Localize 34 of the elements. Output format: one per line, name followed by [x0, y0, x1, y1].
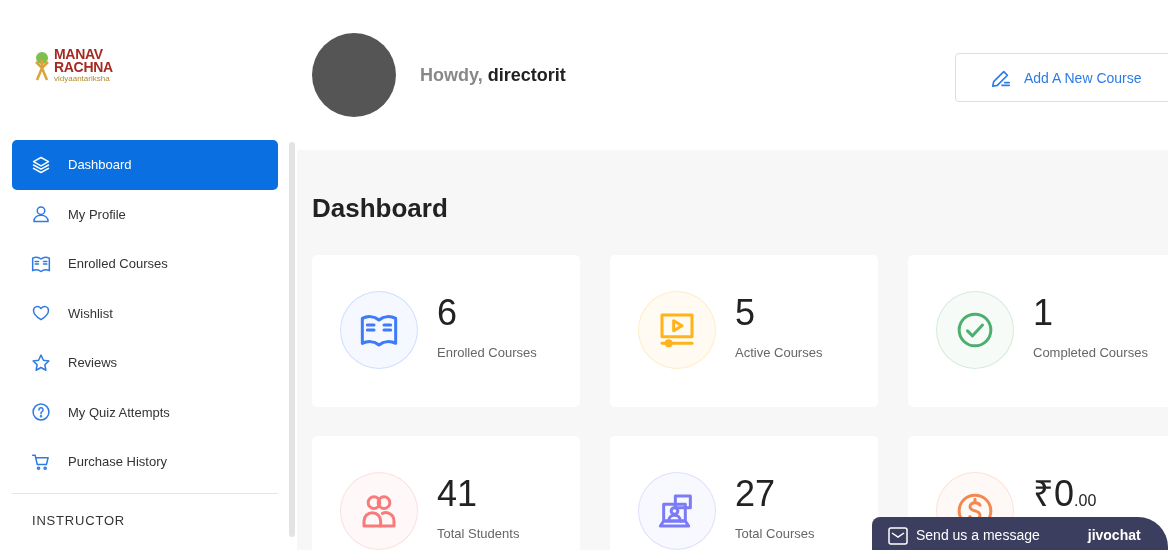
add-course-button[interactable]: Add A New Course — [955, 53, 1168, 102]
chat-brand: jivochat — [1087, 527, 1141, 543]
page-title: Dashboard — [312, 193, 449, 224]
check-circle-icon — [955, 310, 995, 350]
sidebar-item[interactable]: Enrolled Courses — [12, 239, 278, 289]
chat-label: Send us a message — [916, 527, 1040, 543]
stat-label: Enrolled Courses — [437, 345, 537, 360]
user-icon — [31, 204, 51, 225]
scrollbar[interactable] — [289, 142, 295, 537]
stat-label: Completed Courses — [1033, 345, 1148, 360]
sidebar-item[interactable]: My Quiz Attempts — [12, 387, 278, 437]
sidebar-item[interactable]: My Profile — [12, 189, 278, 239]
stat-value: 6 — [437, 293, 459, 333]
stat-value: 41 — [437, 474, 479, 514]
stat-value: 27 — [735, 474, 777, 514]
greeting: Howdy, directorit — [420, 64, 567, 86]
logo: MANAV RACHNA vidyaantariksha — [32, 48, 113, 83]
section-heading: INSTRUCTOR — [32, 512, 125, 528]
question-icon — [31, 402, 51, 423]
chat-widget[interactable]: Send us a message jivochat — [872, 517, 1168, 550]
stat-value: 1 — [1033, 293, 1055, 333]
sidebar-item[interactable]: Purchase History — [12, 437, 278, 487]
book-icon — [31, 253, 51, 274]
mail-icon — [888, 527, 908, 545]
stat-label: Total Students — [437, 526, 520, 541]
star-icon — [31, 352, 51, 373]
stat-label: Total Courses — [735, 526, 815, 541]
stat-value: 5 — [735, 293, 757, 333]
sidebar-item[interactable]: Wishlist — [12, 288, 278, 338]
sidebar-item[interactable]: Reviews — [12, 338, 278, 388]
stat-value: ₹0.00 — [1033, 474, 1097, 516]
stat-label: Active Courses — [735, 345, 823, 360]
layers-icon — [31, 154, 51, 175]
sidebar-item[interactable]: Dashboard — [12, 140, 278, 190]
